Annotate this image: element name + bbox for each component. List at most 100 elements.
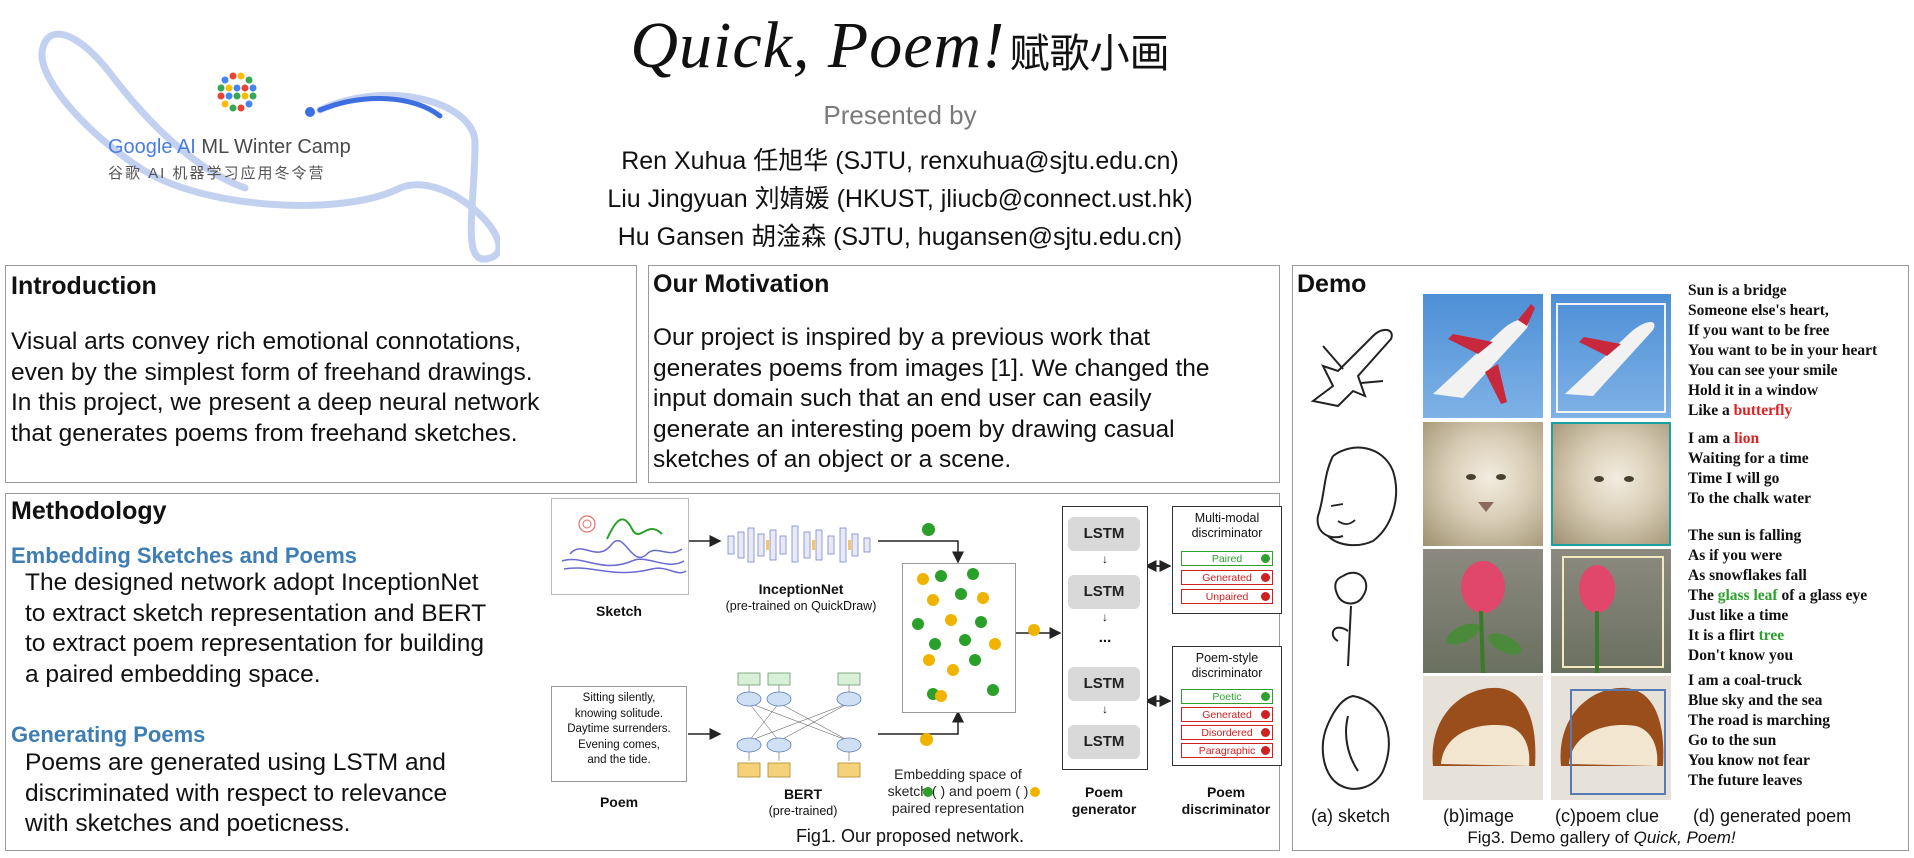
- multimodal-discriminator: Multi-modal discriminator Paired Generat…: [1172, 506, 1282, 614]
- sketch-bread-icon: [1303, 686, 1403, 801]
- poem-box-line: Sitting silently,: [582, 692, 656, 704]
- disc-item-label: Unpaired: [1205, 591, 1249, 603]
- motivation-line: sketches of an object or a scene.: [653, 446, 1012, 473]
- intro-line: Visual arts convey rich emotional connot…: [11, 328, 522, 355]
- generating-line: discriminated with respect to relevance: [25, 779, 448, 807]
- embedding-caption: Embedding space of sketch ( ) and poem (…: [858, 766, 1058, 817]
- poem-line: You can see your smile: [1688, 361, 1877, 381]
- poem-box-line: and the tide.: [587, 754, 651, 766]
- generating-line: Poems are generated using LSTM and: [25, 749, 446, 776]
- flower-photo-icon: [1446, 561, 1522, 673]
- sketch-thumbnail: [551, 498, 689, 595]
- poem-text: You want to be in your heart: [1688, 342, 1878, 359]
- poem-line: Waiting for a time: [1688, 449, 1811, 469]
- embedding-line: to extract sketch representation and BER…: [25, 599, 487, 627]
- motivation-line: input domain such that an end user can e…: [653, 385, 1152, 412]
- poem-keyword: butterfly: [1733, 402, 1793, 419]
- poem-text: Go to the sun: [1688, 732, 1777, 749]
- poem-block: I am a coal-truck Blue sky and the sea The…: [1688, 671, 1830, 791]
- disc-item-generated: Generated: [1181, 707, 1273, 722]
- logo-subtitle-cn: 谷歌 AI 机器学习应用冬令营: [108, 165, 326, 182]
- poemstyle-discriminator: Poem-style discriminator Poetic Generate…: [1172, 646, 1282, 766]
- motivation-line: Our project is inspired by a previous wo…: [653, 324, 1151, 351]
- title-cn: 赋歌小画: [1009, 32, 1170, 76]
- poem-line: Time I will go: [1688, 469, 1811, 489]
- presented-by: Presented by: [823, 100, 977, 130]
- disc-item-label: Generated: [1202, 709, 1252, 721]
- poem-line: I am a lion: [1688, 429, 1811, 449]
- poem-line: It is a flirt tree: [1688, 626, 1867, 646]
- disc1-title-line: discriminator: [1191, 526, 1263, 540]
- logo-camp: ML Winter Camp: [201, 136, 351, 158]
- poemstyle-title: Poem-style discriminator: [1173, 651, 1281, 681]
- poster-title: Quick, Poem! 赋歌小画: [540, 8, 1260, 84]
- motivation-panel: Our Motivation Our project is inspired b…: [648, 265, 1280, 483]
- motivation-line: generates poems from images [1]. We chan…: [653, 354, 1210, 382]
- image-lion: [1423, 422, 1543, 546]
- figure3-caption: Fig3. Demo gallery of Quick, Poem!: [1293, 828, 1910, 848]
- poem-line: To the chalk water: [1688, 489, 1811, 509]
- clue-airplane: [1551, 294, 1671, 418]
- lstm-cell: LSTM: [1068, 667, 1140, 701]
- poem-box-line: Daytime surrenders.: [567, 723, 671, 735]
- poem-text: The future leaves: [1688, 772, 1803, 789]
- poem-text: If you want to be free: [1688, 322, 1830, 339]
- poem-line: Go to the sun: [1688, 731, 1830, 751]
- demo-heading: Demo: [1297, 270, 1367, 298]
- poem-text: You can see your smile: [1688, 362, 1838, 379]
- bert-sublabel: (pre-trained): [768, 804, 838, 818]
- disc-item-paragraphic: Paragraphic: [1181, 743, 1273, 758]
- clue-lion: [1551, 422, 1671, 546]
- poem-text: of a glass eye: [1777, 587, 1868, 604]
- multimodal-title: Multi-modal discriminator: [1173, 511, 1281, 541]
- disc-item-generated: Generated: [1181, 570, 1273, 585]
- poem-text: Blue sky and the sea: [1688, 692, 1823, 709]
- demo-panel: Demo Sun is a bridge Someone else's heart…: [1292, 265, 1909, 851]
- poem-line: Hold it in a window: [1688, 381, 1877, 401]
- lstm-ellipsis: ...: [1098, 629, 1112, 646]
- poem-text: Time I will go: [1688, 470, 1780, 487]
- camp-logo: Google AI ML Winter Camp 谷歌 AI 机器学习应用冬令营: [20, 18, 500, 263]
- logo-google: Google AI: [108, 136, 196, 158]
- sketch-dot-icon: [922, 523, 935, 536]
- embedding-points: [912, 568, 1001, 702]
- poem-line: As snowflakes fall: [1688, 566, 1867, 586]
- inceptionnet-sublabel: (pre-trained on QuickDraw): [725, 599, 877, 613]
- disc2-title-line: discriminator: [1191, 666, 1263, 680]
- intro-line: In this project, we present a deep neura…: [11, 389, 540, 416]
- methodology-heading: Methodology: [11, 497, 167, 525]
- cross-icon: [1261, 728, 1270, 737]
- poem-line: Blue sky and the sea: [1688, 691, 1830, 711]
- sketch-lion-icon: [1303, 436, 1403, 551]
- introduction-heading: Introduction: [11, 272, 157, 300]
- figure1-caption: Fig1. Our proposed network.: [795, 826, 1025, 846]
- clue-bread: [1551, 676, 1671, 800]
- lstm-cell: LSTM: [1068, 517, 1140, 551]
- column-label: (c)poem clue: [1555, 806, 1660, 826]
- embedding-caption-line: paired representation: [891, 800, 1025, 816]
- title-script: Quick, Poem!: [630, 9, 1006, 82]
- cross-icon: [1261, 573, 1270, 582]
- author-line: Liu Jingyuan 刘婧媛 (HKUST, jliucb@connect.…: [607, 185, 1193, 213]
- author-line: Ren Xuhua 任旭华 (SJTU, renxuhua@sjtu.edu.c…: [621, 147, 1179, 175]
- poem-generator: LSTM ↓ LSTM ↓ ... LSTM ↓ LSTM: [1062, 506, 1148, 770]
- poem-discriminator-label: Poem discriminator: [1168, 784, 1284, 818]
- sketch-airplane-icon: [1303, 311, 1403, 421]
- motivation-line: generate an interesting poem by drawing …: [653, 415, 1175, 443]
- caption-green-dot-icon: [923, 787, 933, 797]
- column-label: (d) generated poem: [1693, 806, 1852, 826]
- motivation-heading: Our Motivation: [653, 270, 830, 298]
- poem-text: Hold it in a window: [1688, 382, 1819, 399]
- generating-line: with sketches and poeticness.: [25, 810, 351, 837]
- lstm-arrow-icon: ↓: [1102, 610, 1108, 624]
- discriminator-label-line: Poem: [1206, 784, 1246, 800]
- author-list: Ren Xuhua 任旭华 (SJTU, renxuhua@sjtu.edu.c…: [540, 142, 1260, 256]
- introduction-text: Visual arts convey rich emotional connot…: [11, 327, 539, 449]
- clue-flower: [1551, 549, 1671, 673]
- cross-icon: [1261, 746, 1270, 755]
- author-line: Hu Gansen 胡淦森 (SJTU, hugansen@sjtu.edu.c…: [617, 223, 1183, 251]
- image-airplane: [1423, 294, 1543, 418]
- disc-item-disordered: Disordered: [1181, 725, 1273, 740]
- generator-label-line: generator: [1071, 801, 1137, 817]
- image-flower: [1423, 549, 1543, 673]
